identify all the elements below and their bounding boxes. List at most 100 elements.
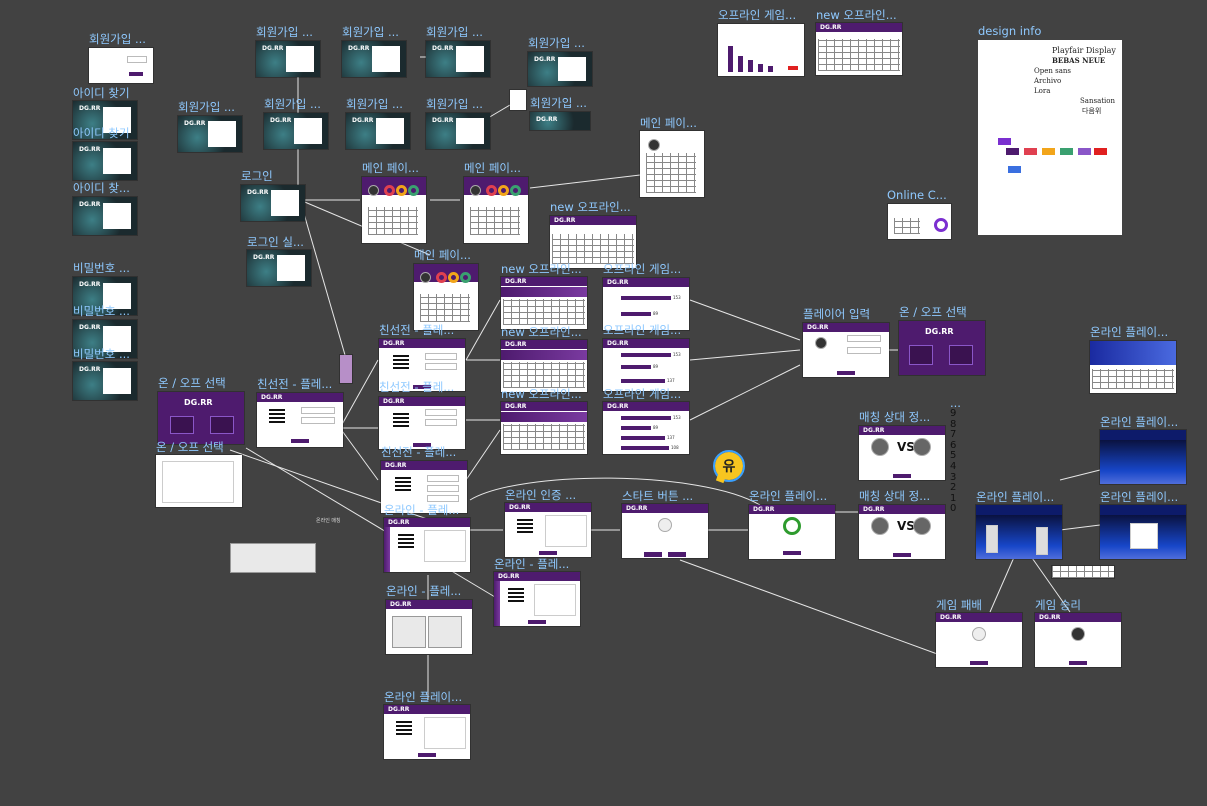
design-canvas[interactable]: 회원가입 ... 아이디 찾기 DG.RR 아이디 찾기 DG.RR 아이디 찾…: [0, 0, 1207, 806]
frame-signup-d[interactable]: DG.RR: [528, 52, 592, 86]
label-main-3: 메인 페이...: [640, 116, 697, 130]
label-onoff-3: 온 / 오프 선택: [899, 305, 967, 319]
frame-main-4[interactable]: [414, 264, 478, 330]
frame-online-play-d[interactable]: [976, 505, 1062, 559]
label-game-win: 게임 승리: [1035, 598, 1081, 612]
frame-match-2[interactable]: DG.RR VS: [859, 505, 945, 559]
label-signup-d: 회원가입 ...: [528, 36, 585, 50]
label-online-play-r3: 온라인 플레이...: [1100, 490, 1179, 504]
frame-online-play-e[interactable]: DG.RR: [384, 518, 470, 572]
frame-signup-h[interactable]: DG.RR: [426, 113, 490, 149]
frame-score-strip[interactable]: [1052, 566, 1114, 578]
label-friendly-1: 친선전 - 플레...: [379, 323, 455, 337]
frame-online-play-r2[interactable]: [1100, 430, 1186, 484]
frame-offline-game-2[interactable]: DG.RR 153 89 137: [603, 339, 689, 391]
avatar-initial: 유: [722, 459, 736, 475]
keyboard-mockup[interactable]: [230, 543, 316, 573]
frame-find-id-3[interactable]: DG.RR: [73, 197, 137, 235]
label-new-offline-1: new 오프라인...: [501, 262, 582, 276]
frame-main-3[interactable]: [640, 131, 704, 197]
label-signup-a: 회원가입 ...: [256, 25, 313, 39]
label-find-pw-3: 비밀번호 ...: [73, 347, 130, 361]
swatch-red: [1024, 148, 1037, 155]
frame-signup-a[interactable]: DG.RR: [256, 41, 320, 77]
note-online-match: 온라인 매칭: [316, 518, 341, 524]
label-signup-h: 회원가입 ...: [426, 97, 483, 111]
frame-signup-g[interactable]: DG.RR: [346, 113, 410, 149]
frame-login[interactable]: DG.RR: [241, 185, 305, 221]
label-main-4: 메인 페이...: [414, 248, 471, 262]
label-signup-e: 회원가입 ...: [178, 100, 235, 114]
label-signup-i: 회원가입 ...: [530, 96, 587, 110]
label-friendly-4: 친선전 - 플레...: [257, 377, 333, 391]
frame-friendly-4[interactable]: DG.RR: [257, 393, 343, 447]
label-signup-g: 회원가입 ...: [346, 97, 403, 111]
frame-small-popup[interactable]: [510, 90, 526, 110]
label-login-fail: 로그인 실...: [247, 235, 304, 249]
frame-new-offline-top[interactable]: DG.RR: [816, 23, 902, 75]
frame-signup-b[interactable]: DG.RR: [342, 41, 406, 77]
label-friendly-3: 친선전 - 플레...: [381, 445, 457, 459]
swatch-blue: [1008, 166, 1021, 173]
swatch-purple: [998, 138, 1011, 145]
label-player-input: 플레이어 입력: [803, 307, 871, 321]
frame-online-auth[interactable]: DG.RR: [505, 503, 591, 557]
label-signup: 회원가입 ...: [89, 32, 146, 46]
frame-main-1[interactable]: [362, 177, 426, 243]
label-signup-b: 회원가입 ...: [342, 25, 399, 39]
frame-game-win[interactable]: DG.RR: [1035, 613, 1121, 667]
frame-onoff-3[interactable]: DG.RR: [899, 321, 985, 375]
frame-find-pw-3[interactable]: DG.RR: [73, 362, 137, 400]
frame-match-1[interactable]: DG.RR VS: [859, 426, 945, 480]
label-online-play-f: 온라인 - 플레...: [494, 557, 570, 571]
frame-online-play-r3[interactable]: [1100, 505, 1186, 559]
frame-main-2[interactable]: [464, 177, 528, 243]
frame-player-input[interactable]: DG.RR: [803, 323, 889, 377]
frame-online-play-c[interactable]: DG.RR: [386, 600, 472, 654]
frame-find-id-2[interactable]: DG.RR: [73, 142, 137, 180]
frame-onoff-2[interactable]: [156, 455, 242, 507]
label-online-play-c: 온라인 - 플레...: [386, 584, 462, 598]
swatch-violet: [1078, 148, 1091, 155]
frame-signup-e[interactable]: DG.RR: [178, 116, 242, 152]
frame-offline-game-top[interactable]: [718, 24, 804, 76]
frame-mobile[interactable]: [340, 355, 352, 383]
label-game-lose: 게임 패배: [936, 598, 982, 612]
frame-game-lose[interactable]: DG.RR: [936, 613, 1022, 667]
label-find-id-1: 아이디 찾기: [73, 86, 130, 100]
frame-online-play-f[interactable]: DG.RR: [494, 572, 580, 626]
frame-new-offline-1[interactable]: DG.RR: [501, 277, 587, 329]
frame-signup-i[interactable]: DG.RR: [530, 112, 590, 130]
label-online-play-e: 온라인 - 플레...: [384, 503, 460, 517]
frame-online-play-bottom[interactable]: DG.RR: [384, 705, 470, 759]
label-design-info: design info: [978, 24, 1042, 38]
frame-signup-f[interactable]: DG.RR: [264, 113, 328, 149]
frame-start-button[interactable]: DG.RR: [622, 504, 708, 558]
label-main-1: 메인 페이...: [362, 161, 419, 175]
frame-new-offline-mid[interactable]: DG.RR: [550, 216, 636, 268]
label-onoff-1: 온 / 오프 선택: [158, 376, 226, 390]
label-online-play-r1: 온라인 플레이...: [1090, 325, 1169, 339]
label-online-play-d: 온라인 플레이...: [976, 490, 1055, 504]
frame-new-offline-2[interactable]: DG.RR: [501, 340, 587, 392]
label-friendly-2: 친선전 - 플레...: [379, 380, 455, 394]
frame-friendly-2[interactable]: DG.RR: [379, 397, 465, 449]
frame-design-info[interactable]: Playfair Display BEBAS NEUE Open sans Ar…: [978, 40, 1122, 235]
label-find-id-2: 아이디 찾기: [73, 126, 130, 140]
frame-signup-form[interactable]: [89, 48, 153, 83]
label-new-offline-mid: new 오프라인...: [550, 200, 631, 214]
label-online-play-bottom: 온라인 플레이...: [384, 690, 463, 704]
frame-online-play-mid[interactable]: DG.RR: [749, 505, 835, 559]
user-avatar-bubble[interactable]: 유: [713, 450, 745, 482]
countdown-column: 9876543210: [950, 408, 957, 515]
label-offline-game-top: 오프라인 게임...: [718, 8, 797, 22]
frame-online-c[interactable]: [888, 204, 951, 239]
frame-new-offline-3[interactable]: DG.RR: [501, 402, 587, 454]
label-find-pw-1: 비밀번호 ...: [73, 261, 130, 275]
frame-signup-c[interactable]: DG.RR: [426, 41, 490, 77]
frame-login-fail[interactable]: DG.RR: [247, 250, 311, 286]
frame-offline-game-3[interactable]: DG.RR 153 89 137 108: [603, 402, 689, 454]
frame-onoff-1[interactable]: DG.RR: [158, 392, 244, 444]
frame-online-play-r1[interactable]: [1090, 341, 1176, 393]
label-match-1: 매칭 상대 정...: [859, 410, 931, 424]
